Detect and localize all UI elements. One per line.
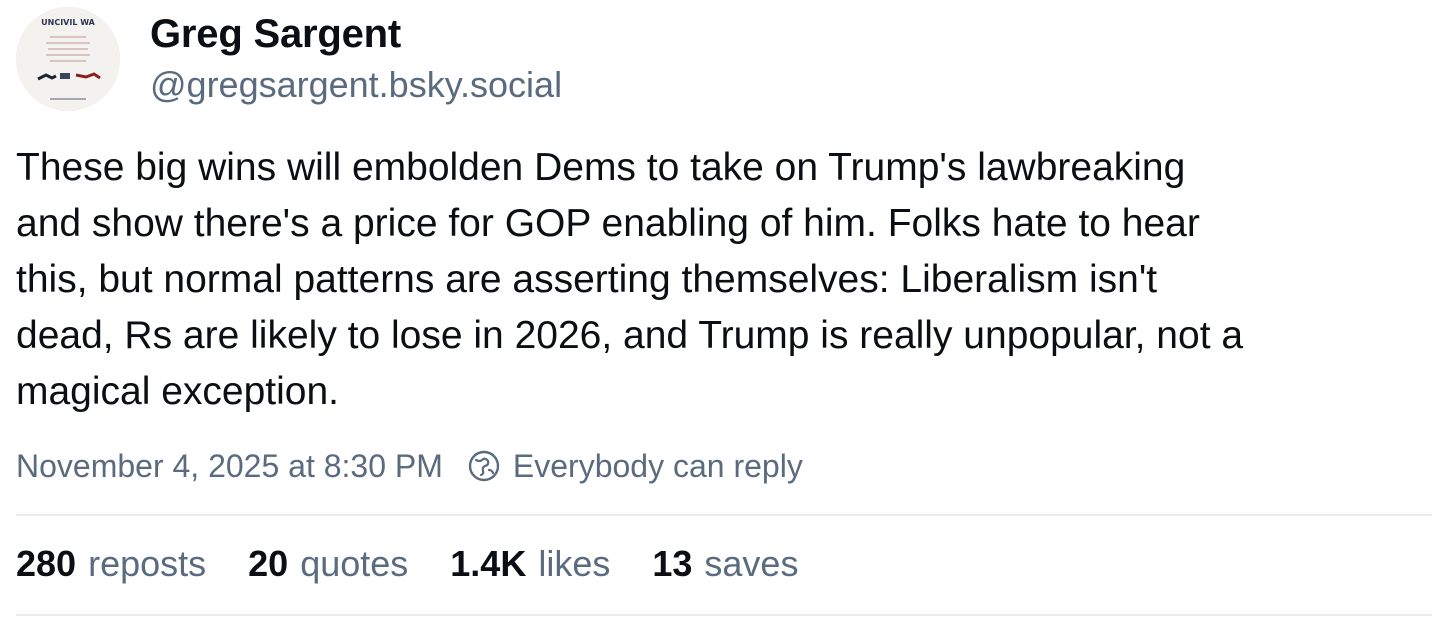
- avatar[interactable]: UNCIVIL WA: [16, 7, 120, 111]
- saves-count: 13: [652, 543, 693, 584]
- post-text-line: dead, Rs are likely to lose in 2026, and…: [16, 314, 1244, 357]
- post-text-line: this, but normal patterns are asserting …: [16, 258, 1158, 301]
- post-text: These big wins will embolden Dems to tak…: [16, 140, 1416, 420]
- reposts-stat[interactable]: 280 reposts: [16, 543, 206, 585]
- post-stats: 280 reposts 20 quotes 1.4K likes 13 save…: [16, 543, 840, 585]
- post-meta: November 4, 2025 at 8:30 PM Everybody ca…: [16, 444, 803, 488]
- quotes-stat[interactable]: 20 quotes: [248, 543, 408, 585]
- quotes-label: quotes: [300, 543, 409, 584]
- divider: [16, 514, 1432, 516]
- divider: [16, 614, 1432, 616]
- quotes-count: 20: [248, 543, 289, 584]
- reposts-count: 280: [16, 543, 77, 584]
- likes-count: 1.4K: [450, 543, 527, 584]
- reply-setting[interactable]: Everybody can reply: [513, 448, 803, 485]
- book-cover-avatar-icon: UNCIVIL WA: [16, 7, 120, 111]
- post-text-line: and show there's a price for GOP enablin…: [16, 202, 1200, 245]
- saves-stat[interactable]: 13 saves: [652, 543, 798, 585]
- avatar-cover-title: UNCIVIL WA: [41, 18, 96, 27]
- author-handle[interactable]: @gregsargent.bsky.social: [150, 64, 562, 106]
- post-timestamp[interactable]: November 4, 2025 at 8:30 PM: [16, 448, 443, 485]
- saves-label: saves: [704, 543, 799, 584]
- post-thread-item: UNCIVIL WA Greg Sargent @gregsargent.bsk…: [0, 0, 1432, 624]
- author-display-name[interactable]: Greg Sargent: [150, 12, 401, 57]
- post-text-line: These big wins will embolden Dems to tak…: [16, 146, 1186, 189]
- likes-stat[interactable]: 1.4K likes: [450, 543, 610, 585]
- likes-label: likes: [538, 543, 611, 584]
- post-text-line: magical exception.: [16, 370, 340, 413]
- globe-reply-icon: [467, 449, 501, 483]
- reposts-label: reposts: [88, 543, 207, 584]
